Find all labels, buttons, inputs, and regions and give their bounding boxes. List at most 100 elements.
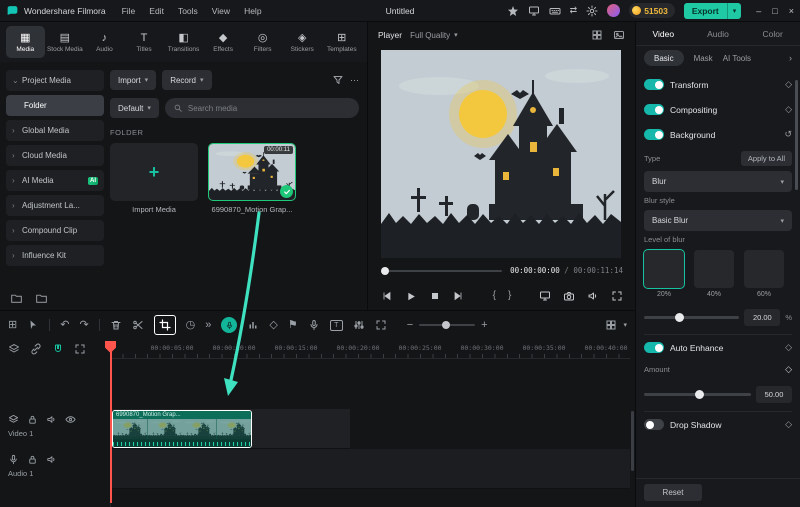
mark-out-icon[interactable]: } [508,291,511,301]
reset-section-icon[interactable]: ↺ [784,129,792,140]
redo-icon[interactable]: ↷ [79,320,88,331]
video-viewport[interactable] [381,50,621,258]
category-project-media[interactable]: ⌄Project Media [6,70,104,91]
minimize-button[interactable]: – [756,6,761,16]
user-avatar[interactable] [607,4,620,17]
keyframe-icon[interactable]: ◇ [269,320,277,331]
audio-mixer-icon[interactable] [353,319,365,331]
keyframe-icon[interactable]: ◇ [785,104,792,115]
filter-funnel-icon[interactable] [332,74,344,86]
lock-icon[interactable] [27,454,38,465]
split-scissors-icon[interactable] [132,319,144,331]
menu-help[interactable]: Help [244,6,261,16]
image-preview-icon[interactable] [613,29,625,41]
select-tool-icon[interactable] [27,319,39,331]
menu-tools[interactable]: Tools [178,6,198,16]
category-adjustment-layer[interactable]: ›Adjustment La... [6,195,104,216]
keyframe-icon[interactable]: ◇ [785,79,792,90]
auto-ripple-icon[interactable] [74,343,86,355]
category-influence-kit[interactable]: ›Influence Kit [6,245,104,266]
zoom-slider[interactable] [419,324,475,326]
audio-track-lane[interactable] [110,449,630,489]
settings-gear-icon[interactable] [586,5,598,17]
marker-icon[interactable]: ⚑ [288,320,298,331]
new-folder-icon[interactable] [10,292,23,305]
media-view-icon[interactable]: ⊞ [8,320,17,331]
category-ai-media[interactable]: ›AI MediaAI [6,170,104,191]
close-button[interactable]: × [789,6,794,16]
amount-slider[interactable] [644,393,751,396]
keyframe-icon[interactable]: ◇ [785,419,792,430]
tab-stock-media[interactable]: ▤Stock Media [46,26,85,58]
export-caret-icon[interactable]: ▾ [728,7,742,15]
speed-icon[interactable]: ◷ [186,320,196,331]
subtab-ai-tools[interactable]: AI Tools [723,54,751,63]
lock-icon[interactable] [27,414,38,425]
maximize-button[interactable]: □ [772,6,777,16]
background-type-select[interactable]: Blur ▾ [644,171,792,192]
whats-new-icon[interactable] [507,5,519,17]
compositing-toggle[interactable] [644,104,664,115]
chevron-right-icon[interactable]: › [789,53,792,63]
zoom-in-icon[interactable]: + [481,320,487,331]
layers-icon[interactable] [8,343,20,355]
display-icon[interactable] [528,5,540,17]
next-frame-button[interactable] [453,290,465,302]
media-clip-tile[interactable]: 00:00:11 [208,143,296,201]
seek-knob[interactable] [381,267,389,275]
record-button[interactable]: Record▾ [162,70,211,90]
blur-preset-60[interactable]: 60% [744,250,784,298]
chevron-down-icon[interactable]: ▾ [623,321,627,329]
export-button[interactable]: Export ▾ [684,3,741,19]
mark-in-icon[interactable]: { [493,291,496,301]
subtitle-icon[interactable]: T [330,320,343,331]
tab-stickers[interactable]: ◈Stickers [283,26,322,58]
sort-select[interactable]: Default▾ [110,98,159,118]
search-input[interactable] [188,104,351,113]
snapshot-camera-icon[interactable] [563,290,575,302]
category-compound-clip[interactable]: ›Compound Clip [6,220,104,241]
record-mic-icon[interactable] [308,319,320,331]
timeline-scrollbar[interactable] [631,411,634,471]
category-global-media[interactable]: ›Global Media [6,120,104,141]
render-preview-icon[interactable] [539,290,551,302]
import-media-tile[interactable]: + [110,143,198,201]
previous-frame-button[interactable] [380,290,392,302]
timeline-clip[interactable]: 6990870_Motion Grap... [112,410,252,448]
link-clips-icon[interactable] [30,343,42,355]
speaker-icon[interactable] [587,290,599,302]
menu-view[interactable]: View [212,6,230,16]
seek-track[interactable] [381,270,502,272]
points-badge[interactable]: 51503 [629,3,675,18]
menu-file[interactable]: File [122,6,136,16]
level-value[interactable]: 20.00 [744,309,780,326]
mute-speaker-icon[interactable] [46,454,57,465]
delete-icon[interactable] [110,319,122,331]
reset-button[interactable]: Reset [644,484,702,501]
fullscreen-icon[interactable] [611,290,623,302]
tab-filters[interactable]: ◎Filters [243,26,282,58]
subtab-basic[interactable]: Basic [644,50,684,66]
blur-preset-20[interactable]: 20% [644,250,684,298]
tab-templates[interactable]: ⊞Templates [323,26,362,58]
tab-effects[interactable]: ◆Effects [204,26,243,58]
amount-value[interactable]: 50.00 [756,386,792,403]
level-slider-knob[interactable] [675,313,684,322]
more-options-icon[interactable]: ⋯ [350,76,359,85]
subtab-mask[interactable]: Mask [694,54,713,63]
keyframe-icon[interactable]: ◇ [785,342,792,353]
tab-video[interactable]: Video [636,22,691,45]
quality-select[interactable]: Full Quality ▾ [410,31,458,40]
timeline-ruler[interactable]: 00:00:05:00 00:00:10:00 00:00:15:00 00:0… [110,341,630,359]
level-slider[interactable] [644,316,739,319]
audio-meter-icon[interactable] [247,319,259,331]
drop-shadow-toggle[interactable] [644,419,664,430]
mute-speaker-icon[interactable] [46,414,57,425]
tab-titles[interactable]: TTitles [125,26,164,58]
auto-enhance-toggle[interactable] [644,342,664,353]
play-button[interactable] [404,290,417,303]
transform-toggle[interactable] [644,79,664,90]
switch-mode-icon[interactable]: ⇄ [570,6,578,15]
tab-transitions[interactable]: ◧Transitions [164,26,203,58]
apply-to-all-button[interactable]: Apply to All [741,151,792,166]
